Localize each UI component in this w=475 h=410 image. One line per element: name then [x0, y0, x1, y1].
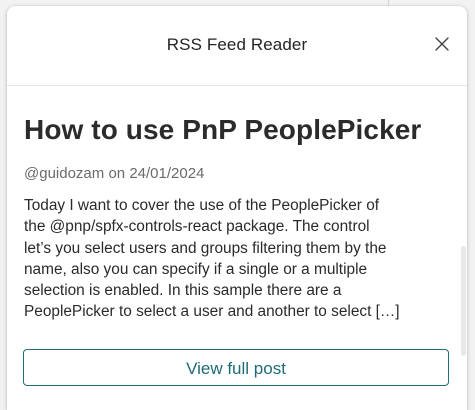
scrollbar-track[interactable]	[459, 86, 467, 410]
post-title: How to use PnP PeoplePicker	[24, 114, 422, 145]
rss-feed-reader-panel: RSS Feed Reader How to use PnP PeoplePic…	[7, 6, 467, 410]
close-button[interactable]	[433, 35, 451, 53]
post-card: How to use PnP PeoplePicker @guidozam on…	[7, 86, 459, 410]
excerpt-line: name, also you can specify if a single o…	[24, 260, 368, 278]
excerpt-line: let’s you select users and groups filter…	[24, 239, 387, 257]
panel-title: RSS Feed Reader	[166, 35, 308, 54]
excerpt-line: selection is enabled. In this sample the…	[24, 282, 342, 300]
excerpt-line: Today I want to cover the use of the Peo…	[24, 197, 380, 214]
post-author: @guidozam	[24, 165, 105, 182]
scrollbar-thumb[interactable]	[461, 246, 466, 356]
panel-header: RSS Feed Reader	[7, 6, 467, 86]
view-full-post-button[interactable]: View full post	[23, 349, 449, 386]
excerpt-line: the @pnp/spfx-controls-react package. Th…	[24, 218, 370, 236]
post-date-prefix: on	[108, 165, 126, 182]
panel-body: How to use PnP PeoplePicker @guidozam on…	[7, 86, 467, 410]
post-meta: @guidozam on 24/01/2024	[24, 165, 204, 182]
excerpt-line: PeoplePicker to select a user and anothe…	[24, 303, 400, 321]
close-icon	[435, 37, 449, 51]
post-date: 24/01/2024	[129, 165, 205, 182]
post-excerpt: Today I want to cover the use of the Peo…	[24, 195, 454, 323]
